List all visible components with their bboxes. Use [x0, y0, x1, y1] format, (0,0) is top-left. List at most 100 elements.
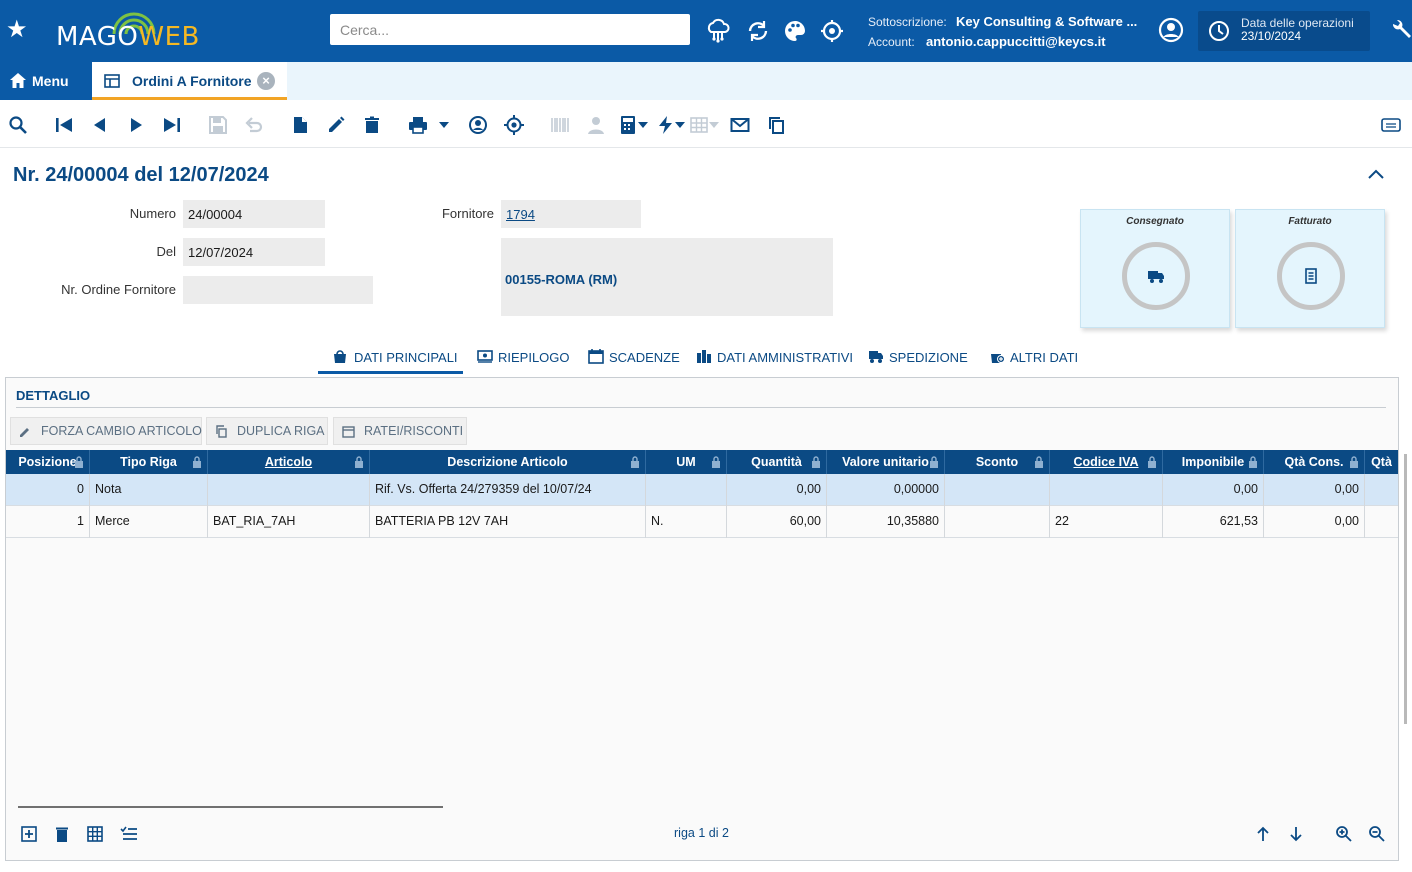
settings-sync-icon[interactable]: [819, 18, 845, 44]
logo-text-main: MAGO: [56, 22, 139, 52]
cell-qta-cons[interactable]: 0,00: [1264, 506, 1365, 538]
supplier-address-box: 00155-ROMA (RM): [501, 238, 833, 316]
target-icon[interactable]: [504, 115, 524, 135]
cell-sconto[interactable]: [945, 474, 1050, 506]
column-header-quantita[interactable]: Quantità: [727, 450, 827, 474]
subscription-info: Sottoscrizione: Key Consulting & Software…: [868, 12, 1158, 52]
cell-imponibile[interactable]: 0,00: [1163, 474, 1264, 506]
lock-icon: [1350, 456, 1358, 468]
table-row[interactable]: 1 Merce BAT_RIA_7AH BATTERIA PB 12V 7AH …: [6, 506, 1398, 538]
cell-codice-iva[interactable]: [1050, 474, 1163, 506]
cell-articolo[interactable]: [208, 474, 370, 506]
cell-articolo[interactable]: BAT_RIA_7AH: [208, 506, 370, 538]
checklist-icon[interactable]: [120, 825, 138, 843]
zoom-in-icon[interactable]: [1335, 825, 1353, 843]
column-header-descrizione-articolo[interactable]: Descrizione Articolo: [370, 450, 646, 474]
cell-um[interactable]: N.: [646, 506, 727, 538]
print-menu-chevron-icon[interactable]: [434, 115, 454, 135]
horizontal-scrollbar[interactable]: [18, 806, 443, 808]
cell-descrizione[interactable]: BATTERIA PB 12V 7AH: [370, 506, 646, 538]
table-row[interactable]: 0 Nota Rif. Vs. Offerta 24/279359 del 10…: [6, 474, 1398, 506]
user-account-icon[interactable]: [1158, 17, 1184, 43]
palette-icon[interactable]: [782, 18, 808, 44]
previous-record-icon[interactable]: [90, 115, 110, 135]
cell-tipo-riga[interactable]: Nota: [90, 474, 208, 506]
delete-row-icon[interactable]: [53, 825, 71, 843]
invoice-icon: [1305, 268, 1317, 284]
add-row-icon[interactable]: [20, 825, 38, 843]
column-label: Qtà: [1371, 455, 1392, 469]
del-date-field[interactable]: 12/07/2024: [183, 238, 325, 266]
next-record-icon[interactable]: [126, 115, 146, 135]
column-header-articolo[interactable]: Articolo: [208, 450, 370, 474]
fatturato-label: Fatturato: [1288, 216, 1332, 227]
column-header-valore-unitario[interactable]: Valore unitario: [827, 450, 945, 474]
column-header-tipo-riga[interactable]: Tipo Riga: [90, 450, 208, 474]
cell-sconto[interactable]: [945, 506, 1050, 538]
column-header-qta-cons[interactable]: Qtà Cons.: [1264, 450, 1365, 474]
email-icon[interactable]: [730, 115, 750, 135]
nr-ordine-fornitore-field[interactable]: [183, 276, 373, 304]
zoom-out-icon[interactable]: [1368, 825, 1386, 843]
cell-valore-unitario[interactable]: 10,35880: [827, 506, 945, 538]
column-header-codice-iva[interactable]: Codice IVA: [1050, 450, 1163, 474]
operations-date-box[interactable]: Data delle operazioni 23/10/2024: [1198, 11, 1370, 51]
calculator-menu-chevron-icon[interactable]: [633, 115, 653, 135]
undo-icon: [244, 115, 264, 135]
vertical-scrollbar[interactable]: [1404, 454, 1407, 724]
button-label: FORZA CAMBIO ARTICOLO: [41, 424, 202, 438]
cell-codice-iva[interactable]: 22: [1050, 506, 1163, 538]
column-header-imponibile[interactable]: Imponibile: [1163, 450, 1264, 474]
favorites-star-icon[interactable]: ★: [6, 16, 28, 44]
keyboard-shortcuts-icon[interactable]: [1381, 115, 1401, 135]
button-label: RATEI/RISCONTI: [364, 424, 464, 438]
column-header-sconto[interactable]: Sconto: [945, 450, 1050, 474]
cloud-network-icon[interactable]: [705, 18, 731, 44]
contact-icon[interactable]: [468, 115, 488, 135]
column-header-um[interactable]: UM: [646, 450, 727, 474]
refresh-icon[interactable]: [745, 18, 771, 44]
search-icon[interactable]: [8, 115, 28, 135]
ratei-risconti-button[interactable]: RATEI/RISCONTI: [333, 417, 467, 445]
account-label: Account:: [868, 35, 915, 49]
first-record-icon[interactable]: [54, 115, 74, 135]
column-header-qta[interactable]: Qtà: [1365, 450, 1398, 474]
cell-quantita[interactable]: 0,00: [727, 474, 827, 506]
lock-icon: [193, 456, 201, 468]
cell-um[interactable]: [646, 474, 727, 506]
print-icon[interactable]: [408, 115, 428, 135]
lightning-menu-chevron-icon[interactable]: [670, 115, 690, 135]
tab-ordini-a-fornitore[interactable]: Ordini A Fornitore ×: [92, 62, 287, 100]
collapse-chevron-up-icon[interactable]: [1366, 166, 1386, 182]
cell-valore-unitario[interactable]: 0,00000: [827, 474, 945, 506]
forza-cambio-articolo-button[interactable]: FORZA CAMBIO ARTICOLO: [10, 417, 202, 445]
column-header-posizione[interactable]: Posizione: [6, 450, 90, 474]
last-record-icon[interactable]: [162, 115, 182, 135]
column-label: Valore unitario: [842, 455, 929, 469]
grid-view-icon[interactable]: [86, 825, 104, 843]
close-tab-icon[interactable]: ×: [257, 72, 275, 90]
numero-field[interactable]: 24/00004: [183, 200, 325, 228]
menu-button[interactable]: Menu: [0, 62, 92, 100]
duplica-riga-button[interactable]: DUPLICA RIGA: [206, 417, 328, 445]
cell-quantita[interactable]: 60,00: [727, 506, 827, 538]
grid-header: Posizione Tipo Riga Articolo Descrizione…: [6, 450, 1398, 474]
arrow-up-icon[interactable]: [1254, 825, 1272, 843]
wrench-icon[interactable]: [1390, 18, 1412, 42]
cell-descrizione[interactable]: Rif. Vs. Offerta 24/279359 del 10/07/24: [370, 474, 646, 506]
tab-label: SCADENZE: [609, 350, 680, 365]
cell-imponibile[interactable]: 621,53: [1163, 506, 1264, 538]
cell-posizione[interactable]: 1: [6, 506, 90, 538]
cell-qta-cons[interactable]: 0,00: [1264, 474, 1365, 506]
fornitore-field[interactable]: 1794: [501, 200, 641, 228]
tab-label: RIEPILOGO: [498, 350, 570, 365]
global-search-input[interactable]: [330, 14, 690, 45]
arrow-down-icon[interactable]: [1287, 825, 1305, 843]
copy-icon[interactable]: [766, 115, 786, 135]
cell-tipo-riga[interactable]: Merce: [90, 506, 208, 538]
cell-posizione[interactable]: 0: [6, 474, 90, 506]
tab-dati-principali[interactable]: DATI PRINCIPALI: [318, 348, 463, 374]
new-document-icon[interactable]: [290, 115, 310, 135]
delete-icon[interactable]: [362, 115, 382, 135]
edit-icon[interactable]: [326, 115, 346, 135]
